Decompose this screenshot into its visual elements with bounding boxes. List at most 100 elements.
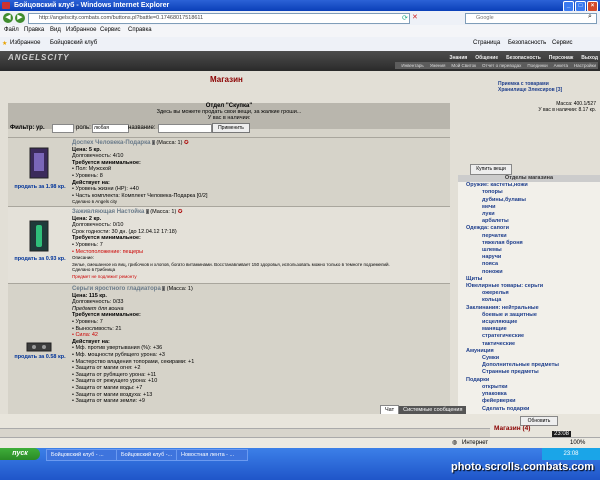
item-details: Серьги яростного гладиатора i (Масса: 1)… xyxy=(72,286,448,405)
item-req: • Пол: Мужской xyxy=(72,166,112,173)
nav-security[interactable]: Безопасность xyxy=(506,55,541,61)
forward-arrow-icon[interactable]: ▶ xyxy=(15,13,25,23)
item-acts-title: Действует на: xyxy=(72,179,110,186)
sell-link[interactable]: продать за 0.93 кр. xyxy=(12,256,68,262)
department-link[interactable]: манящие xyxy=(458,326,600,333)
department-link[interactable]: Дополнительные предметы xyxy=(458,362,600,369)
item-name[interactable]: Серьги яростного гладиатора xyxy=(72,286,161,292)
department-link[interactable]: Подарки xyxy=(458,377,600,384)
department-link[interactable]: Сумки xyxy=(458,355,600,362)
link-elixirs[interactable]: Хранилище Элексиров [3] xyxy=(498,87,600,93)
artifact-icon: ✪ xyxy=(183,140,189,146)
page-menu[interactable]: Страница xyxy=(473,40,500,46)
taskbar-item[interactable]: Новостная лента - ... xyxy=(176,449,248,461)
info-icon[interactable]: i xyxy=(162,286,166,291)
department-link[interactable]: открытки xyxy=(458,384,600,391)
search-input[interactable]: Google xyxy=(465,13,597,24)
buy-items-button[interactable]: Купить вещи xyxy=(470,164,512,175)
department-link[interactable]: луки xyxy=(458,211,600,218)
item-name[interactable]: Доспех Человека-Подарка xyxy=(72,140,150,146)
tools-menu[interactable]: Сервис xyxy=(552,40,573,46)
subnav-transfers[interactable]: Отчет о переводах xyxy=(482,63,521,68)
subnav-skills[interactable]: Умения xyxy=(430,63,446,68)
nav-character[interactable]: Персонаж xyxy=(549,55,574,61)
menu-view[interactable]: Вид xyxy=(50,27,61,33)
department-link[interactable]: пояса xyxy=(458,261,600,268)
menu-tools[interactable]: Сервис xyxy=(100,27,121,33)
chat-input-bar[interactable] xyxy=(0,428,490,437)
start-button[interactable]: пуск xyxy=(0,448,40,460)
armor-icon xyxy=(29,147,49,179)
nav-exit[interactable]: Выход xyxy=(581,55,598,61)
back-arrow-icon[interactable]: ◀ xyxy=(3,13,13,23)
nav-social[interactable]: Общение xyxy=(475,55,498,61)
department-link[interactable]: дубины,булавы xyxy=(458,197,600,204)
department-link[interactable]: поножи xyxy=(458,269,600,276)
department-link[interactable]: тяжелая броня xyxy=(458,240,600,247)
name-label: название: xyxy=(128,125,156,131)
department-link[interactable]: Щиты xyxy=(458,276,600,283)
department-link[interactable]: Заклинания: нейтральные xyxy=(458,305,600,312)
menu-edit[interactable]: Правка xyxy=(24,27,44,33)
info-icon[interactable]: i xyxy=(145,209,149,214)
refresh-icon[interactable]: ⟳ xyxy=(402,14,408,22)
department-link[interactable]: Ювелирные товары: серьги xyxy=(458,283,600,290)
subnav-scroll[interactable]: Мой Свиток xyxy=(451,63,476,68)
department-link[interactable]: наручи xyxy=(458,254,600,261)
item-price: Цена: 2 кр. xyxy=(72,215,102,222)
sell-link[interactable]: продать за 0.58 кр. xyxy=(12,354,68,360)
department-link[interactable]: перчатки xyxy=(458,233,600,240)
taskbar-item[interactable]: Бойцовский клуб -... xyxy=(116,449,178,461)
department-link[interactable]: исцеляющие xyxy=(458,319,600,326)
role-select[interactable]: любая xyxy=(92,124,129,133)
subnav-fights[interactable]: Поединки xyxy=(527,63,547,68)
department-link[interactable]: кольца xyxy=(458,297,600,304)
department-link[interactable]: Странные предметы xyxy=(458,369,600,376)
item-req: • Выносливость: 21 xyxy=(72,325,122,332)
game-logo: ANGELSCITY xyxy=(8,53,70,62)
menu-help[interactable]: Справка xyxy=(128,27,152,33)
nav-knowledge[interactable]: Знания xyxy=(449,55,467,61)
level-input[interactable] xyxy=(52,124,74,133)
info-icon[interactable]: i xyxy=(151,140,155,145)
subnav-profile[interactable]: Анкета xyxy=(554,63,568,68)
department-link[interactable]: топоры xyxy=(458,189,600,196)
safety-menu[interactable]: Безопасность xyxy=(508,40,546,46)
name-input[interactable] xyxy=(158,124,212,133)
department-link[interactable]: мечи xyxy=(458,204,600,211)
item-name[interactable]: Заживляющая Настойка xyxy=(72,209,144,215)
browser-tab[interactable]: Бойцовский клуб xyxy=(50,40,97,46)
item-act: • Защита от магии земли: +9 xyxy=(72,398,145,405)
item-details: Заживляющая Настойка i (Масса: 1) ✪ Цена… xyxy=(72,209,448,280)
department-link[interactable]: ожерелья xyxy=(458,290,600,297)
item-thumb xyxy=(8,207,70,255)
favorites-button[interactable]: Избранное xyxy=(10,40,40,46)
department-link[interactable]: шлемы xyxy=(458,247,600,254)
department-link[interactable]: тактические xyxy=(458,341,600,348)
department-link[interactable]: боевые и защитные xyxy=(458,312,600,319)
department-link[interactable]: Оружие: кастеты,ножи xyxy=(458,182,600,189)
stop-icon[interactable]: ✕ xyxy=(412,13,418,21)
department-link[interactable]: Одежда: сапоги xyxy=(458,225,600,232)
subnav-inventory[interactable]: Инвентарь xyxy=(401,63,423,68)
list-item: продать за 0.93 кр. Заживляющая Настойка… xyxy=(8,206,450,283)
menu-favorites[interactable]: Избранное xyxy=(66,27,96,33)
role-label: роль: xyxy=(76,125,91,131)
search-icon[interactable]: ⌕ xyxy=(588,13,592,21)
item-price: Цена: 5 кр. xyxy=(72,146,102,153)
item-details: Доспех Человека-Подарка i (Масса: 1) ✪ Ц… xyxy=(72,140,448,206)
window-title: Бойцовский клуб - Windows Internet Explo… xyxy=(14,2,170,9)
sell-link[interactable]: продать за 1.98 кр. xyxy=(12,184,68,190)
subnav-settings[interactable]: Настройки xyxy=(574,63,596,68)
apply-button[interactable]: Применить xyxy=(212,123,250,133)
item-req: • Уровень: 7 xyxy=(72,241,103,248)
taskbar-item[interactable]: Бойцовский клуб - ... xyxy=(46,449,118,461)
address-bar[interactable]: http://angelscity.combats.com/buttons.pl… xyxy=(28,13,410,24)
department-link[interactable]: упаковка xyxy=(458,391,600,398)
menu-file[interactable]: Файл xyxy=(4,27,19,33)
department-link[interactable]: стратегические xyxy=(458,333,600,340)
item-act: • Мф. мощности рубящего урона: +3 xyxy=(72,351,165,358)
department-link[interactable]: Амуниция xyxy=(458,348,600,355)
department-link[interactable]: арбалеты xyxy=(458,218,600,225)
item-thumb xyxy=(8,284,70,354)
